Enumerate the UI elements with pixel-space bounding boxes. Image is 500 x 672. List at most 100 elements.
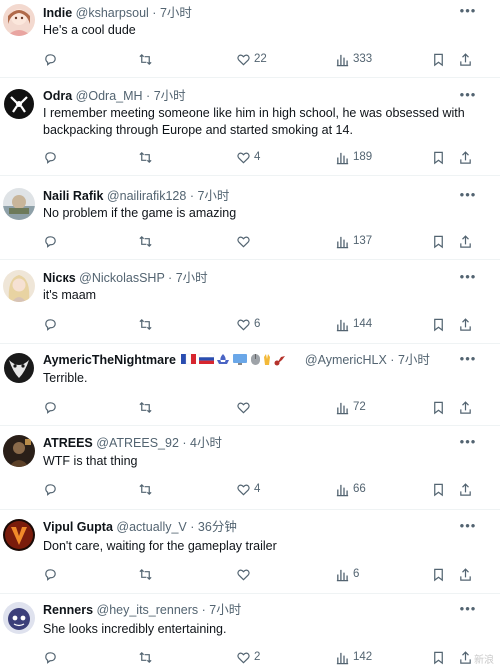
reply-tweet[interactable]: Odra @Odra_MH · 7小时 ••• I remember meeti…: [0, 78, 500, 176]
timestamp[interactable]: 7小时: [209, 603, 241, 617]
user-handle[interactable]: @hey_its_renners: [97, 603, 199, 617]
bookmark-button[interactable]: [431, 565, 446, 583]
more-options-icon[interactable]: •••: [458, 87, 478, 103]
avatar[interactable]: [3, 88, 35, 120]
share-button[interactable]: [458, 398, 473, 416]
share-button[interactable]: [458, 232, 473, 250]
reply-button[interactable]: [43, 315, 58, 333]
reply-button[interactable]: [43, 480, 58, 498]
like-button[interactable]: [236, 565, 254, 583]
bookmark-button[interactable]: [431, 50, 446, 68]
reply-tweet[interactable]: ATREES @ATREES_92 · 4小时 ••• WTF is that …: [0, 426, 500, 510]
like-button[interactable]: 6: [236, 315, 260, 333]
user-handle[interactable]: @nailirafik128: [107, 189, 186, 203]
more-options-icon[interactable]: •••: [458, 269, 478, 285]
user-handle[interactable]: @NickolasSHP: [79, 271, 164, 285]
display-name[interactable]: Naili Rafik: [43, 189, 103, 203]
timestamp[interactable]: 36分钟: [198, 520, 237, 534]
user-handle[interactable]: @ATREES_92: [96, 436, 179, 450]
views-button[interactable]: 137: [335, 232, 372, 250]
avatar[interactable]: [3, 270, 35, 302]
user-handle[interactable]: @AymericHLX: [305, 353, 387, 367]
reply-icon: [45, 151, 56, 164]
bookmark-button[interactable]: [431, 148, 446, 166]
timestamp[interactable]: 4小时: [190, 436, 222, 450]
like-button[interactable]: 4: [236, 148, 260, 166]
bookmark-button[interactable]: [431, 480, 446, 498]
retweet-button[interactable]: [138, 648, 153, 666]
reply-tweet[interactable]: AymericTheNightmare @AymericHLX · 7小时 ••…: [0, 344, 500, 426]
retweet-button[interactable]: [138, 565, 153, 583]
share-button[interactable]: [458, 315, 473, 333]
timestamp[interactable]: 7小时: [176, 271, 208, 285]
display-name[interactable]: Renners: [43, 603, 93, 617]
reply-button[interactable]: [43, 232, 58, 250]
views-button[interactable]: 6: [335, 565, 359, 583]
display-name[interactable]: Odra: [43, 89, 72, 103]
reply-button[interactable]: [43, 398, 58, 416]
display-name[interactable]: Nicкs: [43, 271, 76, 285]
share-button[interactable]: [458, 148, 473, 166]
more-options-icon[interactable]: •••: [458, 351, 478, 367]
retweet-button[interactable]: [138, 232, 153, 250]
retweet-button[interactable]: [138, 148, 153, 166]
like-button[interactable]: 4: [236, 480, 260, 498]
user-handle[interactable]: @actually_V: [116, 520, 186, 534]
share-icon: [460, 400, 471, 414]
more-options-icon[interactable]: •••: [458, 3, 478, 19]
display-name[interactable]: Indie: [43, 6, 72, 20]
reply-tweet[interactable]: Vipul Gupta @actually_V · 36分钟 ••• Don't…: [0, 510, 500, 594]
watermark: 新浪: [474, 655, 494, 666]
avatar[interactable]: [3, 602, 35, 634]
retweet-button[interactable]: [138, 315, 153, 333]
display-name[interactable]: AymericTheNightmare: [43, 353, 176, 367]
share-button[interactable]: [458, 565, 473, 583]
reply-button[interactable]: [43, 565, 58, 583]
reply-tweet[interactable]: Indie @ksharpsoul · 7小时 ••• He's a cool …: [0, 0, 500, 78]
share-button[interactable]: [458, 480, 473, 498]
views-button[interactable]: 189: [335, 148, 372, 166]
views-button[interactable]: 72: [335, 398, 366, 416]
views-button[interactable]: 66: [335, 480, 366, 498]
bookmark-button[interactable]: [431, 315, 446, 333]
separator-dot: ·: [168, 271, 173, 285]
views-button[interactable]: 144: [335, 315, 372, 333]
like-button[interactable]: 2: [236, 648, 260, 666]
reply-button[interactable]: [43, 648, 58, 666]
avatar[interactable]: [3, 4, 35, 36]
views-button[interactable]: 142: [335, 648, 372, 666]
bookmark-button[interactable]: [431, 232, 446, 250]
like-button[interactable]: [236, 232, 254, 250]
like-button[interactable]: [236, 398, 254, 416]
timestamp[interactable]: 7小时: [197, 189, 229, 203]
timestamp[interactable]: 7小时: [160, 6, 192, 20]
more-options-icon[interactable]: •••: [458, 434, 478, 450]
reply-button[interactable]: [43, 148, 58, 166]
share-button[interactable]: [458, 648, 473, 666]
reply-tweet[interactable]: Renners @hey_its_renners · 7小时 ••• She l…: [0, 594, 500, 672]
share-button[interactable]: [458, 50, 473, 68]
avatar[interactable]: [3, 435, 35, 467]
timestamp[interactable]: 7小时: [154, 89, 186, 103]
bookmark-button[interactable]: [431, 398, 446, 416]
more-options-icon[interactable]: •••: [458, 601, 478, 617]
avatar[interactable]: [3, 519, 35, 551]
avatar[interactable]: [3, 352, 35, 384]
reply-button[interactable]: [43, 50, 58, 68]
retweet-button[interactable]: [138, 50, 153, 68]
more-options-icon[interactable]: •••: [458, 518, 478, 534]
timestamp[interactable]: 7小时: [398, 353, 430, 367]
views-button[interactable]: 333: [335, 50, 372, 68]
bookmark-button[interactable]: [431, 648, 446, 666]
reply-tweet[interactable]: Naili Rafik @nailirafik128 · 7小时 ••• No …: [0, 176, 500, 260]
retweet-button[interactable]: [138, 398, 153, 416]
retweet-button[interactable]: [138, 480, 153, 498]
display-name[interactable]: ATREES: [43, 436, 93, 450]
reply-tweet[interactable]: Nicкs @NickolasSHP · 7小时 ••• it's maam 6…: [0, 260, 500, 344]
user-handle[interactable]: @ksharpsoul: [76, 6, 149, 20]
user-handle[interactable]: @Odra_MH: [76, 89, 143, 103]
more-options-icon[interactable]: •••: [458, 187, 478, 203]
like-button[interactable]: 22: [236, 50, 267, 68]
display-name[interactable]: Vipul Gupta: [43, 520, 113, 534]
avatar[interactable]: [3, 188, 35, 220]
